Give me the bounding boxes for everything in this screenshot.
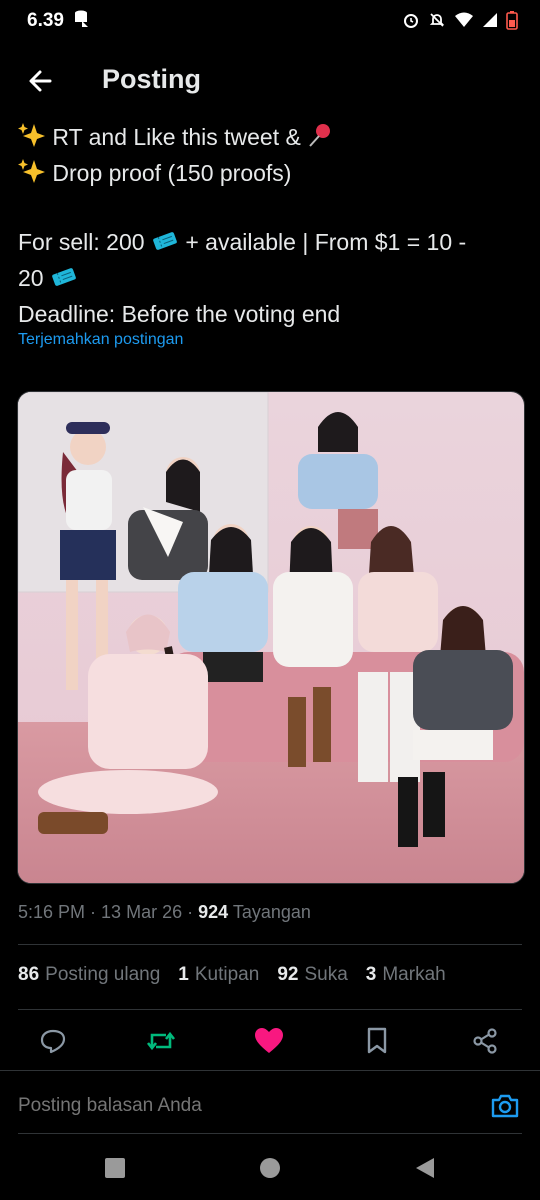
views-count: 924 [198,902,229,922]
post-time: 5:16 PM [18,902,86,922]
divider [18,944,522,945]
reply-bar [0,1070,540,1135]
tweet-line: Drop proof (150 proofs) [18,157,523,193]
top-bar: Posting [0,52,540,110]
tweet-line: 20 [18,262,523,298]
like-icon[interactable] [252,1024,286,1058]
reposts-count: 86 [18,964,40,985]
repost-icon[interactable] [144,1024,178,1058]
page-title: Posting [102,64,201,94]
quotes-count: 1 [178,964,189,985]
bookmarks-count: 3 [365,964,377,985]
likes-stat[interactable]: 92 Suka [277,964,347,986]
tweet-line-3c: 20 [18,265,44,291]
tweet-line-3a: For sell: 200 [18,229,145,255]
tweet-photo[interactable] [17,391,525,884]
storage-icon [72,9,92,34]
post-date: 13 Mar 26 [101,902,183,922]
tweet-line: For sell: 200 + available | From $1 = 10… [18,226,523,262]
tweet-line-3b: + available | From $1 = 10 - [185,229,467,255]
camera-icon[interactable] [490,1091,520,1121]
recents-icon[interactable] [104,1157,126,1184]
reposts-stat[interactable]: 86 Posting ulang [18,964,160,986]
views-label: Tayangan [232,902,311,922]
sparkles-icon [18,122,46,157]
alarm-icon [402,11,420,34]
status-bar: 6.39 [0,0,540,40]
ticket-icon [50,265,78,298]
quotes-stat[interactable]: 1 Kutipan [178,964,259,986]
home-icon[interactable] [259,1157,281,1184]
system-nav-bar [0,1134,540,1200]
tweet-line-1: RT and Like this tweet & [52,124,301,150]
likes-label: Suka [304,964,348,985]
pushpin-icon [307,122,333,157]
wifi-icon [454,11,474,34]
mute-bell-icon [428,11,446,34]
tweet-line: RT and Like this tweet & [18,121,523,157]
reply-input[interactable] [18,1095,458,1117]
reply-icon[interactable] [36,1024,70,1058]
action-bar [0,1024,540,1060]
ticket-icon [151,229,179,262]
quotes-label: Kutipan [194,964,260,985]
bookmarks-label: Markah [382,964,446,985]
divider [18,1009,522,1010]
back-arrow-icon[interactable] [26,66,56,96]
signal-icon [482,12,498,33]
tweet-meta: 5:16 PM · 13 Mar 26 · 924 Tayangan [18,902,311,922]
translate-link[interactable]: Terjemahkan postingan [18,331,183,349]
likes-count: 92 [277,964,299,985]
battery-icon [506,10,518,35]
bookmarks-stat[interactable]: 3 Markah [366,964,446,986]
bookmark-icon[interactable] [360,1024,394,1058]
reposts-label: Posting ulang [45,964,161,985]
tweet-line-4: Deadline: Before the voting end [18,301,341,327]
sparkles-icon [18,158,46,193]
tweet-body: RT and Like this tweet & Drop proof (150… [18,121,523,331]
status-time: 6.39 [27,10,64,31]
back-nav-icon[interactable] [414,1157,436,1184]
tweet-line-2: Drop proof (150 proofs) [52,160,292,186]
engagement-stats: 86 Posting ulang 1 Kutipan 92 Suka 3 Markah [18,964,446,986]
share-icon[interactable] [468,1024,502,1058]
